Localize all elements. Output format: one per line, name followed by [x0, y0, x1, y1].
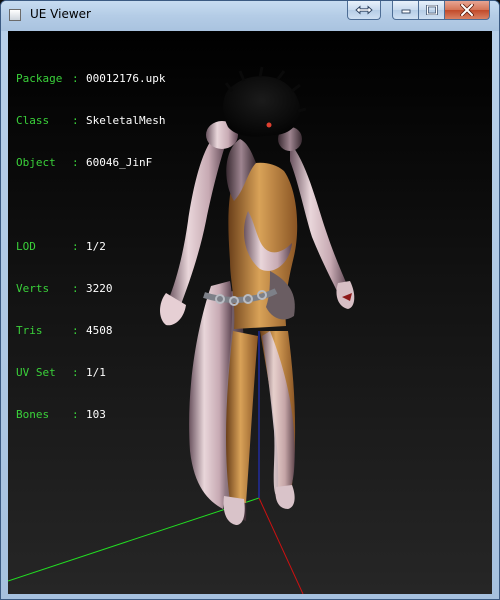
info-row-tris: Tris: 4508 — [16, 324, 113, 337]
figure-hair — [223, 76, 301, 137]
info-label-class: Class — [16, 114, 50, 127]
info-label-lod: LOD — [16, 240, 36, 253]
maximize-button[interactable] — [419, 1, 445, 20]
app-icon — [9, 9, 21, 21]
info-value-tris: 4508 — [86, 324, 113, 337]
close-icon — [460, 4, 474, 16]
title-bar[interactable]: UE Viewer — [1, 1, 499, 31]
figure-boot-left — [223, 496, 245, 525]
figure-leg-left — [226, 331, 258, 503]
window-title: UE Viewer — [30, 7, 91, 21]
info-label-bones: Bones — [16, 408, 50, 421]
figure-hair-ornament — [266, 122, 272, 128]
info-value-class: SkeletalMesh — [86, 114, 166, 127]
info-value-object: 60046_JinF — [86, 156, 153, 169]
info-label-package: Package — [16, 72, 63, 85]
info-label-object: Object — [16, 156, 56, 169]
3d-viewport[interactable]: Package: 00012176.upk Class: SkeletalMes… — [8, 31, 492, 594]
figure-hand-right — [336, 281, 355, 309]
info-value-lod: 1/2 — [86, 240, 106, 253]
info-value-verts: 3220 — [86, 282, 113, 295]
info-row-package: Package: 00012176.upk — [16, 72, 166, 85]
maximize-icon — [425, 5, 438, 15]
figure-arm-right — [290, 143, 348, 293]
info-label-tris: Tris — [16, 324, 43, 337]
info-value-uvset: 1/1 — [86, 366, 106, 379]
info-row-lod: LOD: 1/2 — [16, 240, 106, 253]
swap-button[interactable] — [347, 1, 381, 20]
info-row-uvset: UV Set: 1/1 — [16, 366, 106, 379]
minimize-icon — [401, 9, 410, 14]
axis-y-line — [8, 497, 260, 582]
info-row-class: Class: SkeletalMesh — [16, 114, 166, 127]
swap-arrows-icon — [355, 5, 373, 15]
figure-arm-left — [168, 131, 226, 307]
info-label-verts: Verts — [16, 282, 50, 295]
info-value-package: 00012176.upk — [86, 72, 166, 85]
figure-boot-right — [275, 485, 295, 509]
info-label-uvset: UV Set — [16, 366, 56, 379]
app-window: UE Viewer Package: 00012176.upk Class:… — [0, 0, 500, 600]
axis-x-line — [258, 497, 304, 594]
info-value-bones: 103 — [86, 408, 106, 421]
info-row-verts: Verts: 3220 — [16, 282, 113, 295]
mesh-info-overlay: Package: 00012176.upk Class: SkeletalMes… — [16, 44, 165, 450]
info-row-bones: Bones: 103 — [16, 408, 106, 421]
info-row-object: Object: 60046_JinF — [16, 156, 153, 169]
close-button[interactable] — [445, 1, 490, 20]
minimize-button[interactable] — [392, 1, 419, 20]
